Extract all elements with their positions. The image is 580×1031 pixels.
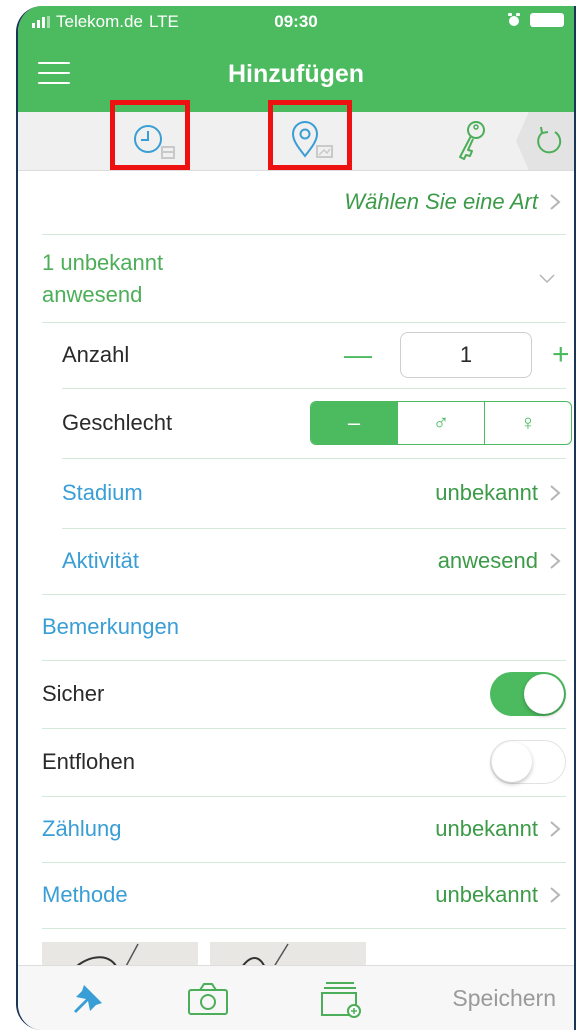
species-value: Wählen Sie eine Art — [344, 189, 538, 214]
chevron-right-icon — [546, 820, 564, 838]
increment-button[interactable]: + — [552, 338, 570, 372]
certain-label: Sicher — [42, 681, 105, 706]
method-label: Methode — [42, 882, 128, 907]
certain-row: Sicher — [18, 660, 574, 728]
add-card-icon — [321, 981, 361, 1018]
sex-option-unknown[interactable]: – — [311, 402, 397, 444]
count-label: Anzahl — [62, 342, 130, 367]
status-bar: Telekom.de LTE 09:30 — [18, 6, 574, 40]
phone-frame: Telekom.de LTE 09:30 Hinzufügen Wählen S… — [16, 6, 576, 1030]
tool-bar — [18, 100, 574, 171]
form-content: Wählen Sie eine Art 1 unbekannt anwesend… — [18, 170, 574, 992]
camera-icon — [188, 982, 228, 1015]
sex-row: Geschlecht – ♂ ♀ — [18, 388, 574, 458]
species-row[interactable]: Wählen Sie eine Art — [18, 170, 574, 234]
tab-bar: Speichern — [18, 965, 574, 1030]
summary-row[interactable]: 1 unbekannt anwesend — [18, 244, 574, 314]
certain-toggle[interactable] — [490, 672, 566, 716]
escaped-toggle[interactable] — [490, 740, 566, 784]
status-time: 09:30 — [274, 12, 318, 31]
status-right — [506, 12, 564, 28]
chevron-down-icon — [538, 270, 556, 288]
escaped-row: Entflohen — [18, 728, 574, 796]
key-tool-button[interactable] — [438, 112, 508, 170]
escaped-label: Entflohen — [42, 749, 135, 774]
undo-icon — [537, 126, 562, 154]
remarks-row[interactable]: Bemerkungen — [18, 594, 574, 660]
alarm-icon — [508, 13, 520, 26]
save-button[interactable]: Speichern — [452, 966, 556, 1030]
page-title: Hinzufügen — [227, 60, 365, 88]
add-record-tab[interactable] — [310, 966, 370, 1030]
key-icon — [459, 121, 485, 160]
time-tool-highlight — [110, 100, 190, 170]
activity-value: anwesend — [437, 548, 538, 573]
chevron-right-icon — [546, 193, 564, 211]
pin-tab[interactable] — [58, 966, 118, 1030]
stage-label: Stadium — [62, 480, 143, 505]
stage-row[interactable]: Stadium unbekannt — [18, 458, 574, 528]
pushpin-icon — [74, 984, 102, 1013]
counting-label: Zählung — [42, 816, 122, 841]
chevron-right-icon — [546, 484, 564, 502]
counting-row[interactable]: Zählung unbekannt — [18, 796, 574, 862]
undo-button[interactable] — [516, 112, 574, 170]
location-tool-highlight — [268, 100, 352, 170]
counting-value: unbekannt — [435, 816, 538, 841]
sex-option-female[interactable]: ♀ — [484, 402, 571, 444]
activity-label: Aktivität — [62, 548, 140, 573]
divider — [42, 234, 566, 235]
count-row: Anzahl — 1 + — [18, 322, 574, 388]
count-input[interactable]: 1 — [400, 332, 532, 378]
sex-segmented-control: – ♂ ♀ — [310, 401, 572, 445]
method-value: unbekannt — [435, 882, 538, 907]
sex-label: Geschlecht — [62, 410, 173, 435]
chevron-right-icon — [546, 552, 564, 570]
summary-line-1: 1 unbekannt — [42, 250, 164, 275]
battery-icon — [530, 13, 564, 27]
sex-option-male[interactable]: ♂ — [397, 402, 484, 444]
method-row[interactable]: Methode unbekannt — [18, 862, 574, 928]
stage-value: unbekannt — [435, 480, 538, 505]
activity-row[interactable]: Aktivität anwesend — [18, 528, 574, 594]
remarks-label: Bemerkungen — [42, 614, 179, 639]
chevron-right-icon — [546, 886, 564, 904]
summary-line-2: anwesend — [42, 282, 143, 307]
camera-tab[interactable] — [178, 966, 238, 1030]
decrement-button[interactable]: — — [344, 339, 372, 371]
divider — [42, 928, 566, 929]
